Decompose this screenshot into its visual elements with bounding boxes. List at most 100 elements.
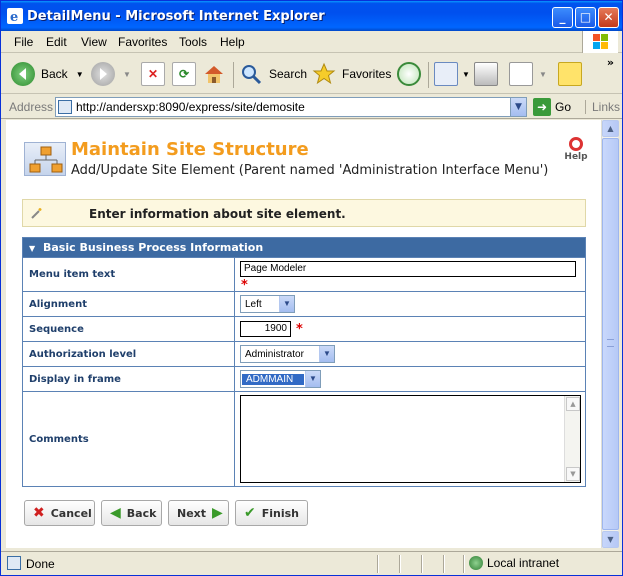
stop-button[interactable]: ✕ bbox=[141, 60, 165, 88]
alignment-select[interactable]: Left ▼ bbox=[240, 295, 295, 313]
select-value: Left bbox=[245, 298, 262, 310]
form-row-menu-item-text: Menu item text Page Modeler * bbox=[23, 257, 585, 293]
menu-help[interactable]: Help bbox=[220, 35, 245, 49]
history-icon bbox=[397, 62, 421, 86]
status-separator bbox=[377, 555, 379, 573]
form-section-header[interactable]: ▼ Basic Business Process Information bbox=[23, 238, 585, 257]
status-separator bbox=[463, 555, 465, 573]
dropdown-arrow-icon[interactable]: ▼ bbox=[279, 296, 294, 312]
dropdown-arrow-icon[interactable]: ▼ bbox=[319, 346, 334, 362]
field-label: Authorization level bbox=[23, 342, 235, 366]
menu-tools[interactable]: Tools bbox=[179, 35, 207, 49]
required-marker: * bbox=[296, 321, 303, 337]
page-scrollbar[interactable]: ▲ ▼ bbox=[601, 120, 619, 548]
status-text: Done bbox=[26, 557, 55, 571]
browser-window: e DetailMenu - Microsoft Internet Explor… bbox=[0, 0, 623, 576]
back-dropdown-icon[interactable]: ▼ bbox=[76, 70, 84, 79]
maximize-button[interactable]: □ bbox=[575, 7, 596, 28]
toolbar-separator bbox=[233, 62, 234, 88]
forward-dropdown-icon[interactable]: ▼ bbox=[123, 70, 131, 79]
address-bar: Address http://andersxp:8090/express/sit… bbox=[1, 95, 622, 119]
address-input[interactable]: http://andersxp:8090/express/site/demosi… bbox=[55, 97, 527, 117]
menu-item-text-input[interactable]: Page Modeler bbox=[240, 261, 576, 277]
field-label: Sequence bbox=[23, 317, 235, 341]
printer-icon bbox=[474, 62, 498, 86]
messenger-button[interactable] bbox=[558, 60, 582, 88]
field-label: Comments bbox=[23, 392, 235, 486]
collapse-triangle-icon: ▼ bbox=[29, 244, 36, 253]
back-arrow-icon bbox=[11, 62, 35, 86]
address-dropdown-icon[interactable]: ▼ bbox=[510, 98, 526, 116]
grip-icon bbox=[607, 339, 614, 347]
mail-icon bbox=[434, 62, 458, 86]
close-button[interactable]: ✕ bbox=[598, 7, 619, 28]
go-button[interactable]: ➜ Go bbox=[533, 98, 571, 116]
required-marker: * bbox=[241, 278, 248, 293]
security-zone: Local intranet bbox=[469, 556, 559, 570]
field-cell: Left ▼ bbox=[235, 292, 585, 316]
edit-dropdown-icon[interactable]: ▼ bbox=[539, 70, 547, 79]
back-button[interactable]: Back ▼ bbox=[11, 60, 84, 88]
page-status-icon bbox=[7, 556, 21, 570]
mail-dropdown-icon[interactable]: ▼ bbox=[462, 70, 470, 79]
lifebuoy-icon bbox=[569, 137, 583, 151]
next-button[interactable]: Next ▶ bbox=[168, 500, 229, 526]
comments-textarea[interactable]: ▲ ▼ bbox=[240, 395, 581, 483]
toolbar: Back ▼ ▼ ✕ ⟳ Search Favorites ▼ ▼ » bbox=[1, 54, 622, 94]
menu-file[interactable]: File bbox=[14, 35, 33, 49]
links-label[interactable]: Links bbox=[585, 100, 620, 114]
cancel-x-icon: ✖ bbox=[33, 505, 45, 521]
search-label: Search bbox=[269, 67, 308, 81]
textarea-scrollbar[interactable]: ▲ ▼ bbox=[564, 396, 580, 482]
help-link[interactable]: Help bbox=[561, 137, 591, 162]
field-label: Display in frame bbox=[23, 367, 235, 391]
mail-button[interactable]: ▼ bbox=[434, 60, 470, 88]
back-step-button[interactable]: ◀ Back bbox=[101, 500, 162, 526]
edit-button[interactable]: ▼ bbox=[509, 60, 547, 88]
forward-button[interactable]: ▼ bbox=[91, 60, 131, 88]
print-button[interactable] bbox=[474, 60, 498, 88]
scroll-up-icon[interactable]: ▲ bbox=[566, 397, 580, 411]
scroll-up-icon[interactable]: ▲ bbox=[602, 120, 619, 137]
display-frame-select[interactable]: ADMMAIN ▼ bbox=[240, 370, 321, 388]
menu-favorites[interactable]: Favorites bbox=[118, 35, 167, 49]
sequence-input[interactable]: 1900 bbox=[240, 321, 291, 337]
status-bar: Done Local intranet bbox=[1, 551, 622, 575]
ie-logo-icon: e bbox=[7, 8, 23, 24]
toolbar-overflow-icon[interactable]: » bbox=[607, 56, 614, 69]
edit-page-icon bbox=[509, 62, 533, 86]
menu-view[interactable]: View bbox=[81, 35, 107, 49]
scroll-down-icon[interactable]: ▼ bbox=[566, 467, 580, 481]
page-icon bbox=[58, 100, 72, 114]
finish-button[interactable]: ✔ Finish bbox=[235, 500, 308, 526]
windows-logo-icon bbox=[582, 31, 618, 53]
refresh-button[interactable]: ⟳ bbox=[172, 60, 196, 88]
search-button[interactable]: Search bbox=[239, 60, 307, 88]
status-separator bbox=[443, 555, 445, 573]
authorization-select[interactable]: Administrator ▼ bbox=[240, 345, 335, 363]
minimize-button[interactable]: _ bbox=[552, 7, 573, 28]
scroll-down-icon[interactable]: ▼ bbox=[602, 531, 619, 548]
home-button[interactable] bbox=[202, 60, 226, 88]
address-url: http://andersxp:8090/express/site/demosi… bbox=[76, 100, 305, 114]
refresh-icon: ⟳ bbox=[172, 62, 196, 86]
intranet-globe-icon bbox=[469, 556, 483, 570]
back-label: Back bbox=[41, 67, 68, 81]
form-row-sequence: Sequence 1900 * bbox=[23, 316, 585, 341]
page-subtitle: Add/Update Site Element (Parent named 'A… bbox=[71, 163, 549, 178]
menu-edit[interactable]: Edit bbox=[46, 35, 67, 49]
note-icon bbox=[558, 62, 582, 86]
page-content: Maintain Site Structure Add/Update Site … bbox=[6, 120, 601, 548]
info-box: Enter information about site element. bbox=[22, 199, 586, 227]
history-button[interactable] bbox=[397, 60, 421, 88]
favorites-button[interactable]: Favorites bbox=[312, 60, 391, 88]
scroll-thumb[interactable] bbox=[602, 138, 619, 530]
form-row-authorization: Authorization level Administrator ▼ bbox=[23, 341, 585, 366]
dropdown-arrow-icon[interactable]: ▼ bbox=[305, 371, 320, 387]
stop-icon: ✕ bbox=[141, 62, 165, 86]
cancel-button[interactable]: ✖ Cancel bbox=[24, 500, 95, 526]
checkmark-icon: ✔ bbox=[244, 505, 256, 521]
window-title: DetailMenu - Microsoft Internet Explorer bbox=[27, 9, 325, 24]
search-icon bbox=[239, 62, 263, 86]
form-row-comments: Comments ▲ ▼ bbox=[23, 391, 585, 486]
